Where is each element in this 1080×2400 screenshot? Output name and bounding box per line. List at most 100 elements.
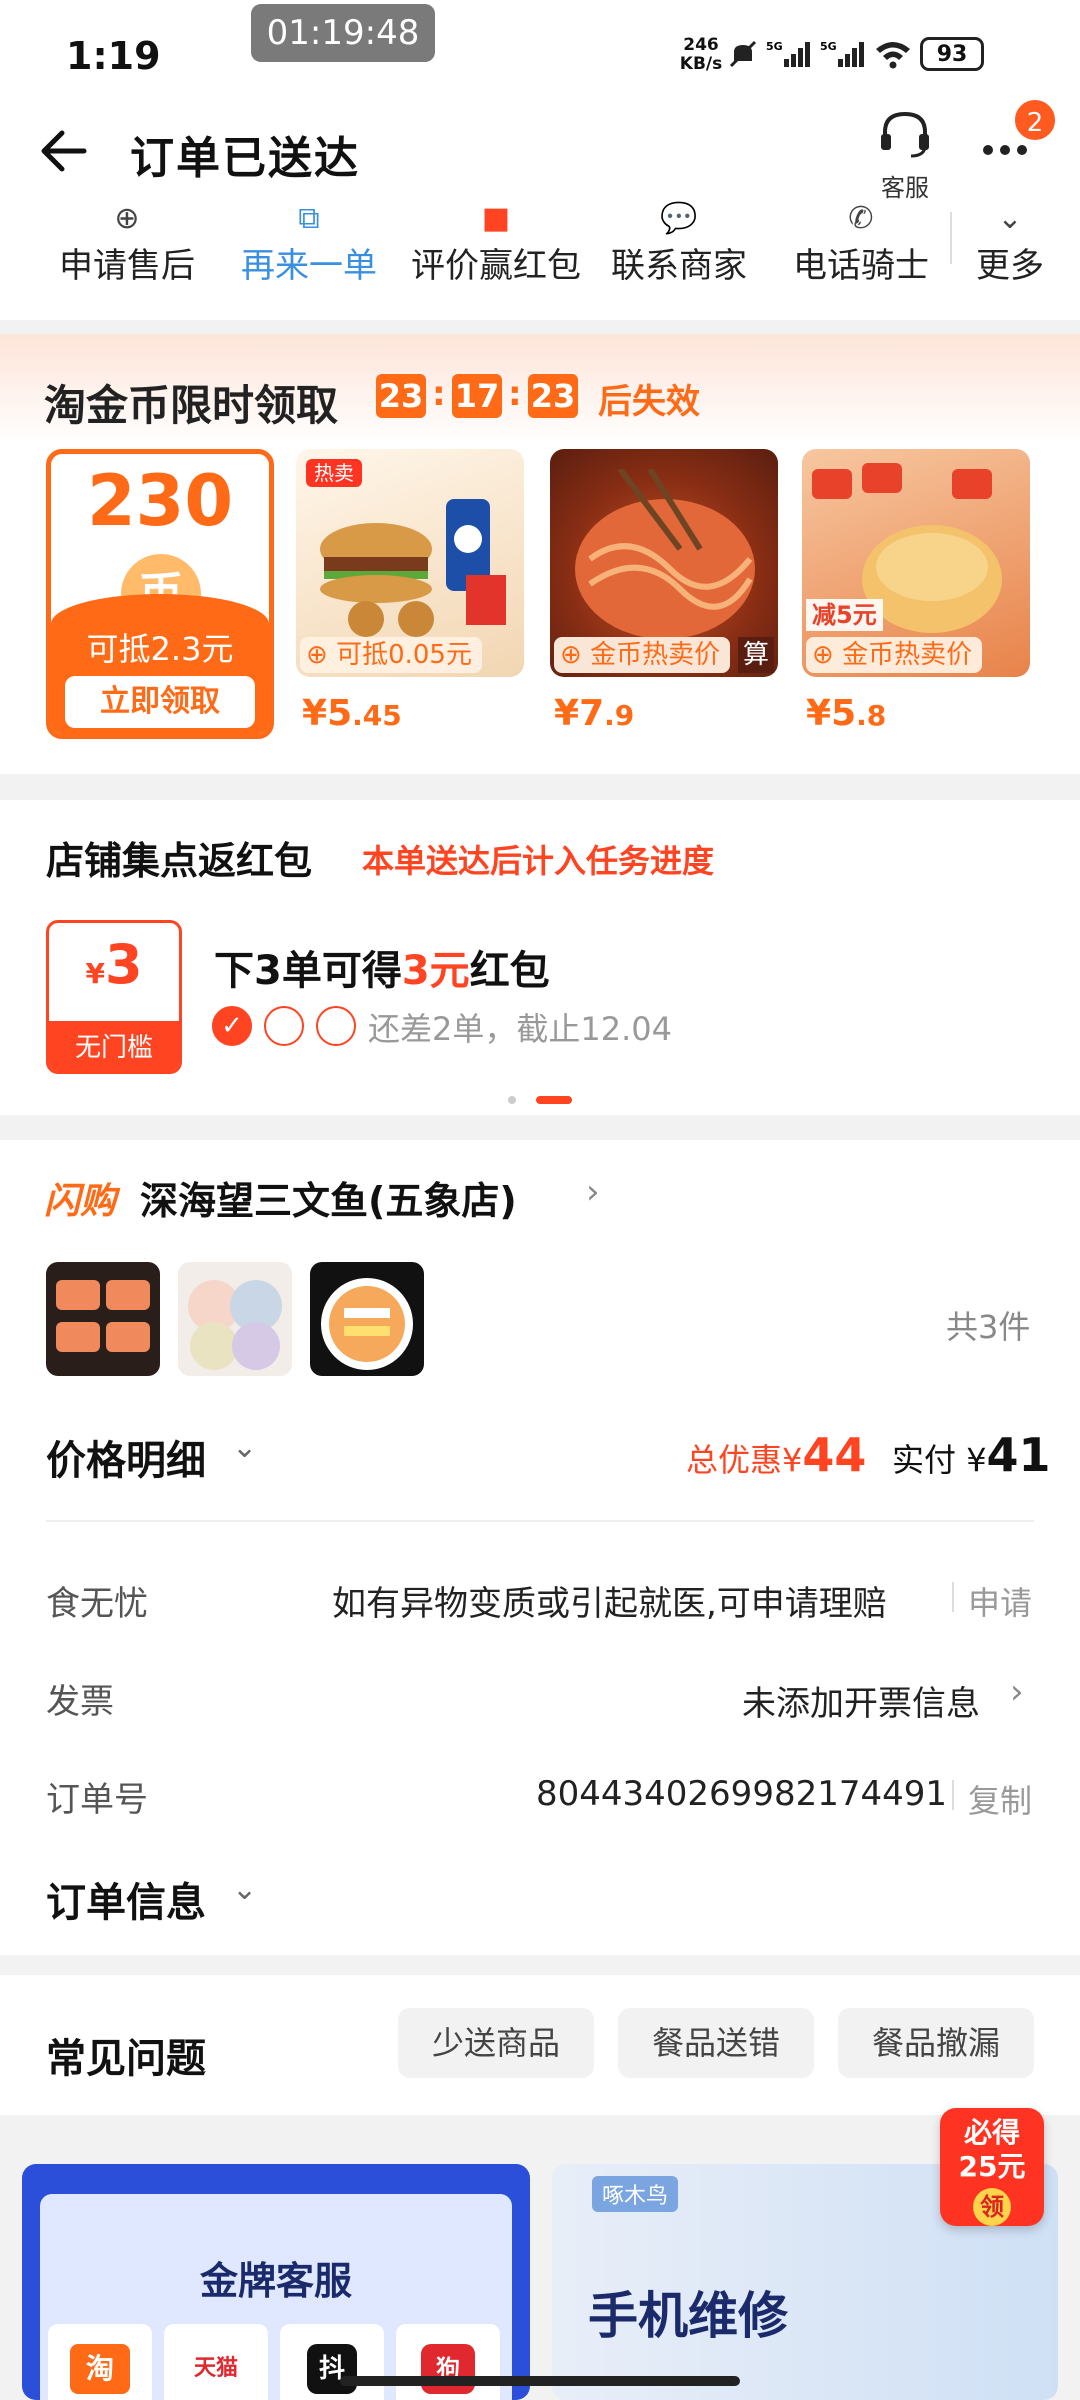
jd-logo: 狗 xyxy=(421,2344,475,2394)
product-card[interactable]: 热卖 ⊕ 可抵0.05元 xyxy=(296,449,524,677)
price-decimal: .45 xyxy=(352,699,402,732)
task-empty-circle xyxy=(316,1006,356,1046)
product-coin-tag: ⊕ 可抵0.05元 xyxy=(300,637,482,673)
call-rider-button[interactable]: ✆ 电话骑士 xyxy=(786,200,936,300)
after-sale-button[interactable]: ⊕ 申请售后 xyxy=(54,200,200,300)
faq-chip[interactable]: 餐品送错 xyxy=(618,2008,814,2078)
coin-small-icon: ⊕ xyxy=(812,640,834,670)
chevron-down-icon: ⌄ xyxy=(232,1872,258,1907)
currency-symbol: ¥ xyxy=(302,693,328,734)
product-coin-tag: ⊕ 金币热卖价 xyxy=(554,637,731,673)
product-card[interactable]: 减5元 ⊕ 金币热卖价 xyxy=(802,449,1030,677)
douyin-logo: 抖 xyxy=(307,2344,357,2394)
brand-logo: 啄木鸟 xyxy=(592,2176,679,2212)
coin-small-icon: ⊕ xyxy=(560,640,582,670)
order-info-toggle[interactable]: 订单信息 xyxy=(46,1870,206,1928)
signal-5g-icon: 5G xyxy=(766,40,810,67)
product-price: ¥5.8 xyxy=(806,693,886,734)
copy-order-number-button[interactable]: 复制 xyxy=(968,1776,1032,1822)
noodle-image xyxy=(575,469,755,639)
product-corner-tag: 算 xyxy=(738,637,774,673)
price-integer: 5 xyxy=(831,693,857,734)
banner-title: 手机维修 xyxy=(588,2287,788,2345)
row-separator xyxy=(952,1582,954,1612)
paid-label: 实付 xyxy=(892,1441,957,1479)
price-detail-toggle[interactable]: 价格明细 xyxy=(46,1428,206,1486)
store-name-link[interactable]: 深海望三文鱼(五象店) xyxy=(140,1170,517,1225)
product-price: ¥5.45 xyxy=(302,693,402,734)
product-tag-text: 可抵0.05元 xyxy=(336,640,472,670)
coin-offer-title: 淘金币限时领取 xyxy=(44,381,339,430)
gold-service-banner[interactable]: 金牌客服 淘 天猫 抖 狗 xyxy=(22,2164,530,2400)
item-thumbnail[interactable] xyxy=(178,1262,292,1376)
task-check-icon: ✓ xyxy=(212,1006,252,1046)
product-card[interactable]: ⊕ 金币热卖价 算 xyxy=(550,449,778,677)
battery-indicator: 93 xyxy=(920,37,984,71)
total-discount: 总优惠¥44 xyxy=(686,1428,866,1482)
home-indicator[interactable] xyxy=(340,2376,740,2386)
price-integer: 5 xyxy=(327,693,353,734)
product-price: ¥7.9 xyxy=(554,693,634,734)
customer-service-button[interactable]: 客服 xyxy=(870,108,940,202)
task-pre: 下3单可得 xyxy=(214,948,402,994)
reorder-button[interactable]: ⧉ 再来一单 xyxy=(234,200,384,300)
timer-colon: : xyxy=(432,374,446,414)
faq-title: 常见问题 xyxy=(46,2036,206,2082)
review-reward-label: 评价赢红包 xyxy=(411,246,581,286)
coupon-threshold: 无门槛 xyxy=(49,1021,179,1071)
taobao-logo: 淘 xyxy=(70,2344,130,2394)
faq-chip[interactable]: 餐品撤漏 xyxy=(838,2008,1034,2078)
wifi-icon xyxy=(876,42,910,69)
faq-chip[interactable]: 少送商品 xyxy=(398,2008,594,2078)
food-safety-label: 食无忧 xyxy=(46,1584,148,1624)
back-button[interactable] xyxy=(38,128,88,174)
apply-claim-button[interactable]: 申请 xyxy=(968,1578,1032,1624)
page-title: 订单已送达 xyxy=(130,133,360,184)
order-number-label: 订单号 xyxy=(46,1780,148,1820)
price-decimal: .9 xyxy=(604,699,635,732)
stamp-title: 店铺集点返红包 xyxy=(46,839,313,883)
float-line1: 必得 xyxy=(963,2116,1020,2149)
chevron-down-icon: ⌄ xyxy=(997,201,1023,236)
timer-suffix: 后失效 xyxy=(598,382,700,422)
chat-icon: 💬 xyxy=(660,201,698,236)
product-tag-text: 金币热卖价 xyxy=(590,640,721,670)
coupon-amount: 3 xyxy=(104,933,143,996)
tmall-logo: 天猫 xyxy=(193,2356,238,2381)
review-reward-button[interactable]: ■ 评价赢红包 xyxy=(402,200,590,300)
paid-value: 41 xyxy=(986,1428,1051,1482)
banner-title: 金牌客服 xyxy=(199,2259,352,2303)
price-integer: 7 xyxy=(579,693,605,734)
customer-service-label: 客服 xyxy=(881,174,929,202)
claim-coin-button[interactable]: 立即领取 xyxy=(65,676,255,728)
after-sale-label: 申请售后 xyxy=(59,246,195,286)
task-post: 红包 xyxy=(469,948,550,994)
back-arrow-icon xyxy=(41,130,87,172)
after-sale-icon: ⊕ xyxy=(114,201,140,236)
item-thumbnail[interactable] xyxy=(310,1262,424,1376)
notification-badge: 2 xyxy=(1012,97,1058,143)
network-speed: 246 KB/s xyxy=(679,35,723,74)
status-time: 1:19 xyxy=(66,34,161,78)
reorder-icon: ⧉ xyxy=(298,201,320,236)
app-tile: 狗 xyxy=(396,2324,500,2400)
invoice-label: 发票 xyxy=(46,1682,114,1722)
more-actions-label: 更多 xyxy=(976,246,1044,286)
contact-merchant-label: 联系商家 xyxy=(611,246,747,286)
timer-hours: 23 xyxy=(376,374,426,418)
item-thumbnail[interactable] xyxy=(46,1262,160,1376)
banner-inner: 金牌客服 淘 天猫 抖 狗 xyxy=(40,2194,512,2400)
flash-buy-tag: 闪购 xyxy=(44,1181,117,1222)
contact-merchant-button[interactable]: 💬 联系商家 xyxy=(604,200,754,300)
floating-coupon-button[interactable]: 必得 25元 领 xyxy=(940,2108,1044,2226)
coin-claim-card[interactable]: 230 币 可抵2.3元 立即领取 xyxy=(46,449,274,739)
product-tag-text: 金币热卖价 xyxy=(842,640,973,670)
chevron-right-icon: › xyxy=(586,1172,600,1212)
more-actions-button[interactable]: ⌄ 更多 xyxy=(970,200,1050,300)
app-tile: 抖 xyxy=(280,2324,384,2400)
reorder-label: 再来一单 xyxy=(241,246,377,286)
coin-amount: 230 xyxy=(86,460,234,542)
store-order-section xyxy=(0,1140,1080,1955)
coupon-card[interactable]: ¥3 无门槛 xyxy=(46,920,182,1074)
invoice-value-link[interactable]: 未添加开票信息 xyxy=(742,1676,980,1725)
